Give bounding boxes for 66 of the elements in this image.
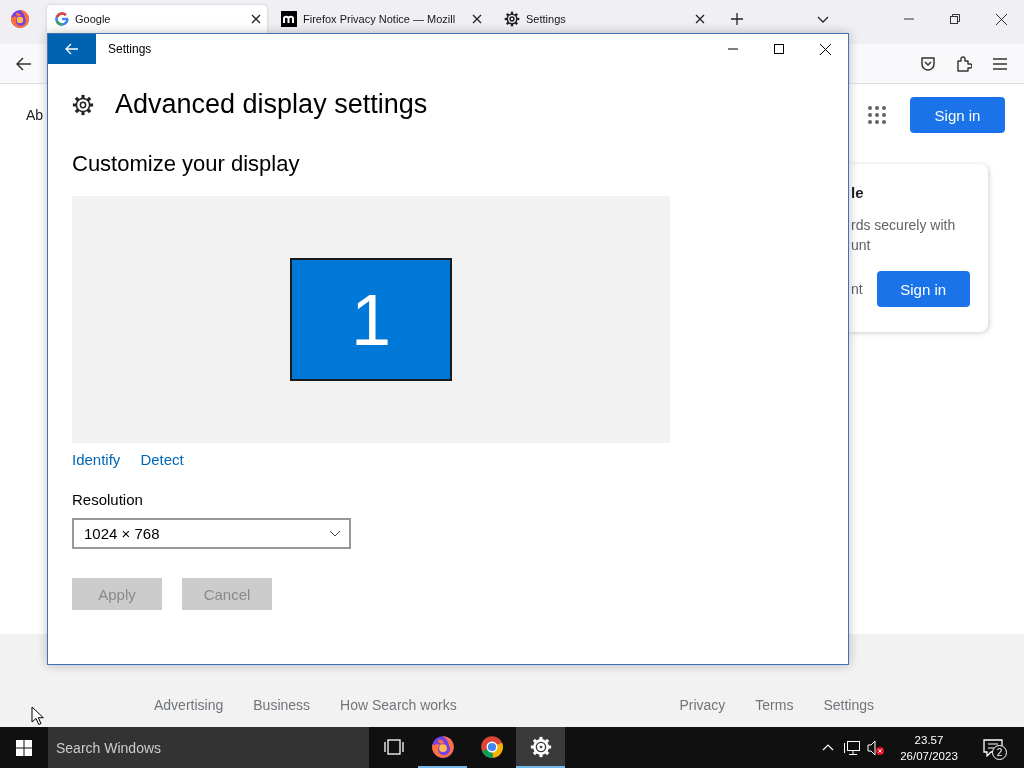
browser-tab[interactable]: Settings <box>496 5 711 33</box>
windows-logo-icon <box>16 739 32 756</box>
footer-link[interactable]: Advertising <box>154 697 224 713</box>
footer-link[interactable]: Settings <box>823 697 874 713</box>
restore-icon <box>950 14 960 24</box>
firefox-icon[interactable] <box>10 9 30 29</box>
footer-link[interactable]: Privacy <box>679 697 726 713</box>
menu-icon <box>993 57 1007 70</box>
maximize-icon <box>774 44 784 54</box>
chrome-icon <box>479 734 504 759</box>
clock-time: 23.57 <box>914 732 944 748</box>
close-icon <box>995 13 1007 25</box>
network-icon <box>843 739 861 756</box>
m-logo-icon <box>281 11 297 27</box>
card-title: le <box>851 184 865 201</box>
task-view-icon <box>383 738 404 755</box>
browser-tab[interactable]: Firefox Privacy Notice — Mozill <box>273 5 488 33</box>
message-icon <box>983 738 1003 757</box>
page-text: Ab <box>26 107 44 123</box>
link[interactable]: Identify <box>72 450 121 470</box>
page-heading: Advanced display settings <box>115 89 428 120</box>
plus-icon <box>731 13 743 25</box>
close-icon <box>819 43 831 55</box>
close-icon[interactable] <box>472 14 482 24</box>
card-text: unt <box>851 236 872 255</box>
taskbar-app[interactable] <box>516 727 565 768</box>
chevron-up-icon <box>822 744 834 751</box>
link[interactable]: Detect <box>140 450 184 470</box>
firefox-icon <box>430 734 455 759</box>
settings-icon <box>72 93 94 116</box>
resolution-dropdown[interactable]: 1024 × 768 <box>72 518 351 549</box>
browser-tab[interactable]: Google <box>47 5 267 33</box>
monitor-tile[interactable]: 1 <box>290 258 452 381</box>
sign-in-button[interactable]: Sign in <box>910 97 1005 133</box>
card-link[interactable]: nt <box>851 281 863 297</box>
card-text: rds securely with <box>851 216 957 235</box>
settings-icon <box>529 735 552 758</box>
footer-link[interactable]: How Search works <box>340 697 457 713</box>
footer-link[interactable]: Terms <box>755 697 794 713</box>
tab-title: Firefox Privacy Notice — Mozill <box>303 13 456 25</box>
settings-icon <box>504 11 520 27</box>
window-title: Settings <box>108 42 152 56</box>
chevron-down-icon <box>817 15 829 23</box>
back-button[interactable] <box>48 34 96 64</box>
tab-title: Settings <box>526 13 566 25</box>
clock-date: 26/07/2023 <box>900 748 958 764</box>
google-icon <box>55 12 69 26</box>
notifications-button[interactable]: 2 <box>970 727 1016 768</box>
footer-link[interactable]: Business <box>253 697 311 713</box>
back-arrow-icon <box>16 56 32 71</box>
back-arrow-icon <box>65 43 79 55</box>
close-icon[interactable] <box>695 14 705 24</box>
apps-grid-icon[interactable] <box>868 106 886 124</box>
section-heading: Customize your display <box>72 151 300 177</box>
chevron-down-icon <box>329 530 341 537</box>
tab-title: Google <box>75 13 111 25</box>
mouse-pointer-icon <box>31 706 44 726</box>
pocket-icon <box>920 55 936 72</box>
close-icon[interactable] <box>251 14 261 24</box>
puzzle-icon <box>956 55 972 72</box>
notification-count-badge: 2 <box>992 745 1007 760</box>
clock-button[interactable]: 23.57 26/07/2023 <box>888 731 970 764</box>
field-label: Resolution <box>72 490 143 510</box>
muted-speaker-icon <box>867 739 885 756</box>
sign-in-button[interactable]: Sign in <box>876 271 970 307</box>
search-field[interactable]: Search Windows <box>48 727 369 768</box>
